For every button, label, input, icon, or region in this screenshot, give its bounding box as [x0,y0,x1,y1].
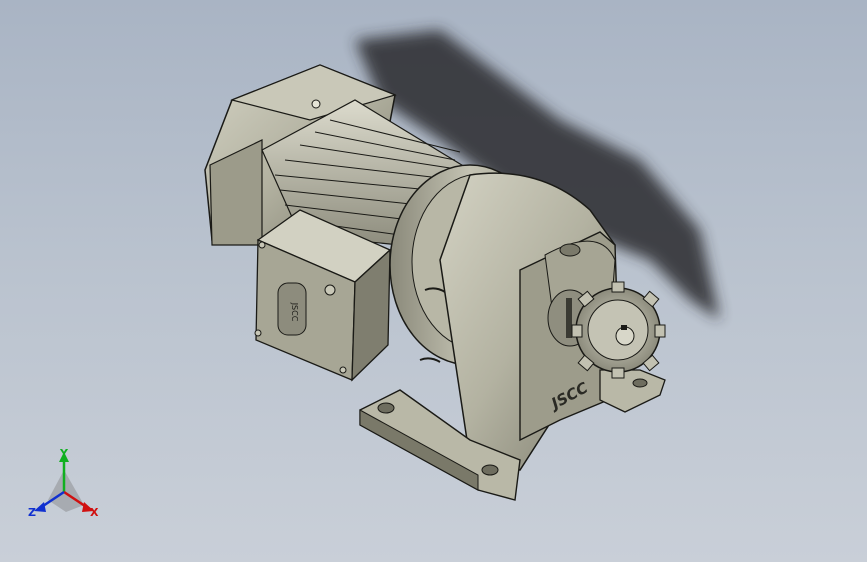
coordinate-triad: Y X Z [28,447,99,519]
axis-x-label: X [90,506,99,519]
axis-z-label: Z [28,506,36,519]
model-view[interactable]: JSCC JSCC Y X Z [0,0,867,562]
terminal-box-label: JSCC [290,302,299,322]
axis-y-label: Y [59,447,69,460]
3d-viewport[interactable]: JSCC JSCC Y X Z [0,0,867,562]
